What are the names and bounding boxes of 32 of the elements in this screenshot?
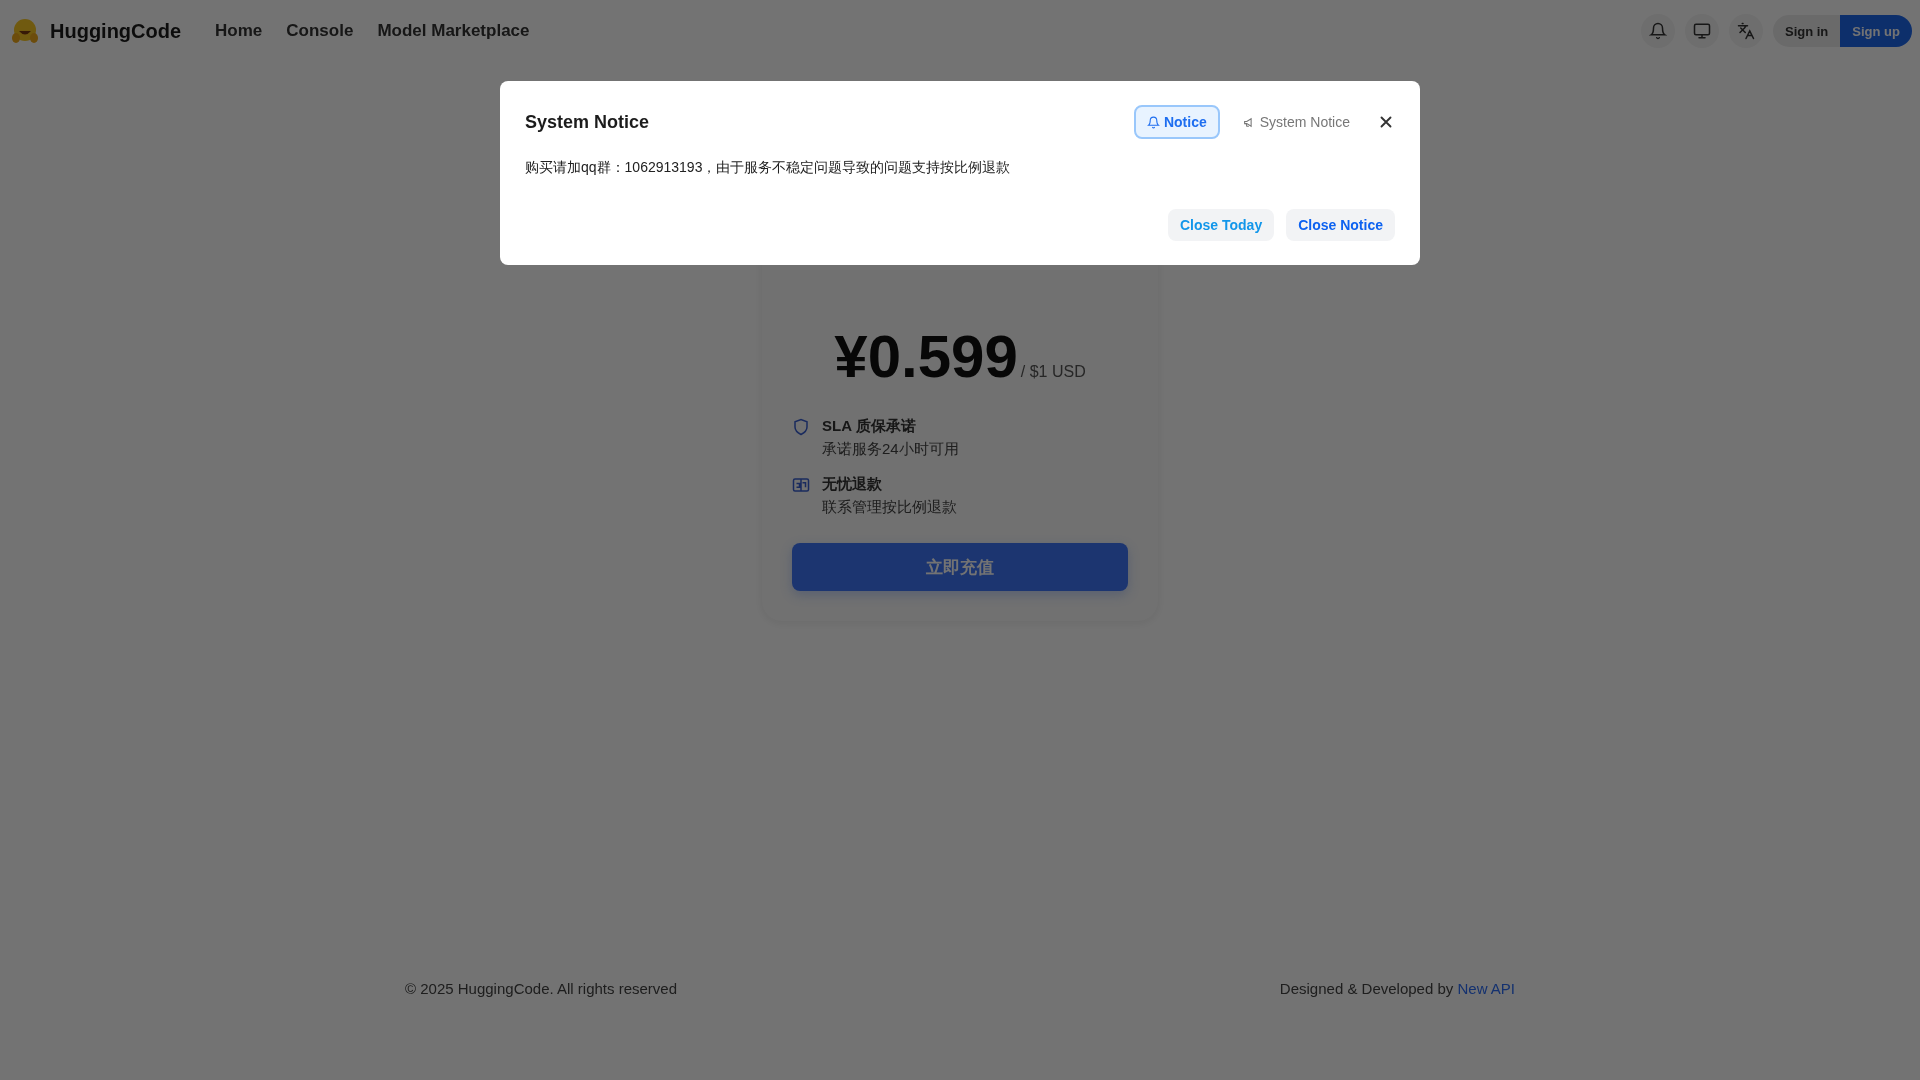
monitor-icon bbox=[1693, 22, 1711, 40]
sign-up-button[interactable]: Sign up bbox=[1840, 15, 1912, 47]
bell-icon bbox=[1146, 115, 1160, 129]
nav-link[interactable]: Home bbox=[215, 21, 263, 41]
recharge-button[interactable]: 立即充值 bbox=[792, 543, 1128, 591]
notice-tab[interactable]: Notice bbox=[1133, 105, 1220, 139]
language-button[interactable] bbox=[1729, 14, 1763, 48]
notifications-button[interactable] bbox=[1641, 14, 1675, 48]
refund-icon bbox=[792, 476, 810, 494]
feature-title: SLA 质保承诺 bbox=[822, 417, 917, 436]
feature-description: 联系管理按比例退款 bbox=[822, 498, 957, 517]
translate-icon bbox=[1737, 22, 1755, 40]
nav-link[interactable]: Console bbox=[286, 21, 354, 41]
shield-icon bbox=[792, 418, 810, 436]
logo-icon bbox=[10, 16, 40, 46]
credit-link[interactable]: New API bbox=[1457, 980, 1515, 997]
sign-in-button[interactable]: Sign in bbox=[1773, 15, 1841, 47]
notice-tab[interactable]: System Notice bbox=[1229, 105, 1363, 139]
price: ¥0.599 bbox=[834, 322, 1018, 391]
close-today-button[interactable]: Close Today bbox=[1168, 209, 1275, 241]
close-notice-button[interactable]: Close Notice bbox=[1286, 209, 1395, 241]
dialog-title: System Notice bbox=[525, 111, 651, 133]
copyright-text: © 2025 HuggingCode. All rights reserved bbox=[405, 980, 678, 997]
notice-message: 购买请加qq群：1062913193，由于服务不稳定问题导致的问题支持按比例退款 bbox=[525, 159, 1012, 177]
nav-link[interactable]: Model Marketplace bbox=[377, 21, 530, 41]
display-button[interactable] bbox=[1685, 14, 1719, 48]
price-unit: / $1 USD bbox=[1020, 363, 1086, 381]
credit-text: Designed & Developed by bbox=[1279, 980, 1454, 997]
feature-description: 承诺服务24小时可用 bbox=[822, 440, 959, 459]
bell-icon bbox=[1649, 22, 1667, 40]
feature-title: 无忧退款 bbox=[822, 475, 883, 494]
brand-name[interactable]: HuggingCode bbox=[50, 19, 182, 43]
